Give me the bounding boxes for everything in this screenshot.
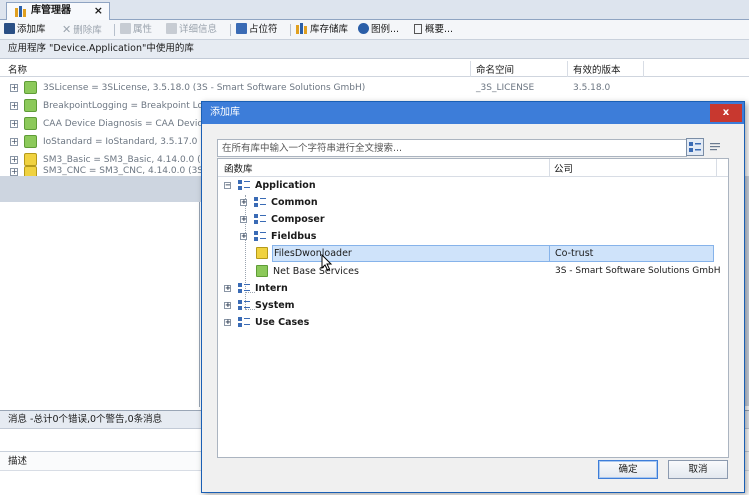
add-library-button[interactable]: 添加库 xyxy=(4,22,46,38)
expand-icon[interactable]: + xyxy=(10,102,18,110)
tab-library-manager[interactable]: 库管理器 × xyxy=(6,2,110,20)
column-company[interactable]: 公司 xyxy=(554,161,573,175)
column-version[interactable]: 有效的版本 xyxy=(573,62,621,76)
mouse-cursor-icon xyxy=(321,254,333,271)
document-icon xyxy=(414,24,422,34)
expand-icon[interactable]: + xyxy=(224,302,231,309)
list-view-button[interactable] xyxy=(706,138,724,156)
library-search-input[interactable] xyxy=(218,140,686,156)
selected-library-company: Co-trust xyxy=(550,245,714,262)
libraries-section-title: 应用程序 "Device.Application"中使用的库 xyxy=(0,40,749,59)
expand-icon[interactable]: + xyxy=(240,233,247,240)
category-view-button[interactable] xyxy=(686,138,704,156)
column-divider xyxy=(643,61,644,77)
collapse-icon[interactable]: − xyxy=(224,182,231,189)
category-icon xyxy=(238,300,251,311)
properties-icon xyxy=(120,23,131,34)
expand-icon[interactable]: + xyxy=(10,120,18,128)
column-divider xyxy=(567,61,568,77)
category-icon xyxy=(254,197,267,208)
library-manager-icon xyxy=(15,6,26,17)
category-icon xyxy=(238,283,251,294)
category-icon xyxy=(238,317,251,328)
panel-edge xyxy=(745,176,749,406)
column-name[interactable]: 名称 xyxy=(8,62,27,76)
category-view-icon xyxy=(689,142,701,152)
column-divider xyxy=(470,61,471,77)
toolbar-separator xyxy=(114,24,115,36)
expand-icon[interactable]: + xyxy=(10,156,18,164)
yellow-library-icon xyxy=(256,247,268,259)
yellow-library-icon xyxy=(24,166,37,176)
library-tree: 函数库 公司 − Application + Common + Composer xyxy=(217,158,729,458)
cancel-button[interactable]: 取消 xyxy=(668,460,728,479)
tree-node-net-base-services[interactable]: Net Base Services 3S - Smart Software So… xyxy=(240,263,720,280)
library-repository-button[interactable]: 库存储库 xyxy=(296,22,348,38)
close-icon[interactable]: × xyxy=(94,3,103,19)
delete-icon: ✕ xyxy=(62,23,72,36)
expand-icon[interactable]: + xyxy=(240,199,247,206)
green-library-icon xyxy=(256,265,268,277)
document-tabstrip: 库管理器 × xyxy=(0,0,749,20)
details-button[interactable]: 详细信息 xyxy=(166,22,217,38)
tree-header: 函数库 公司 xyxy=(218,159,728,177)
placeholder-icon xyxy=(236,23,247,34)
green-library-icon xyxy=(24,99,37,112)
yellow-library-icon xyxy=(24,153,37,166)
expand-icon[interactable]: + xyxy=(240,216,247,223)
column-library[interactable]: 函数库 xyxy=(224,161,253,175)
properties-button[interactable]: 属性 xyxy=(120,22,152,38)
add-icon xyxy=(4,23,15,34)
category-icon xyxy=(254,214,267,225)
dialog-title-bar[interactable]: 添加库 x xyxy=(202,102,744,124)
expand-icon[interactable]: + xyxy=(10,138,18,146)
library-row[interactable]: + 3SLicense = 3SLicense, 3.5.18.0 (3S - … xyxy=(0,79,749,97)
close-button[interactable]: x xyxy=(710,104,742,122)
delete-library-button[interactable]: ✕ 删除库 xyxy=(62,22,102,38)
summary-button[interactable]: 概要... xyxy=(414,22,453,38)
column-divider xyxy=(716,159,717,177)
expand-icon[interactable]: + xyxy=(10,168,18,176)
category-icon xyxy=(238,180,251,191)
category-icon xyxy=(254,231,267,242)
library-search-box[interactable] xyxy=(217,139,687,157)
selected-library-name: FilesDwonloader xyxy=(272,245,550,262)
icons-legend-button[interactable]: 图例... xyxy=(358,22,399,38)
placeholder-button[interactable]: 占位符 xyxy=(236,22,278,38)
info-icon xyxy=(358,23,369,34)
list-view-icon xyxy=(710,143,720,151)
green-library-icon xyxy=(24,117,37,130)
repository-icon xyxy=(296,23,307,34)
green-library-icon xyxy=(24,81,37,94)
tab-title: 库管理器 xyxy=(31,5,71,16)
toolbar-separator xyxy=(230,24,231,36)
column-divider xyxy=(549,159,550,177)
library-toolbar: 添加库 ✕ 删除库 属性 详细信息 占位符 库存储库 图例... 概要... xyxy=(0,20,749,40)
dialog-title: 添加库 xyxy=(210,107,240,118)
expand-icon[interactable]: + xyxy=(10,84,18,92)
column-namespace[interactable]: 命名空间 xyxy=(476,62,514,76)
green-library-icon xyxy=(24,135,37,148)
expand-icon[interactable]: + xyxy=(224,285,231,292)
add-library-dialog: 添加库 x 函数库 公司 − Application xyxy=(201,101,745,493)
libraries-table-header: 名称 命名空间 有效的版本 xyxy=(0,61,749,77)
toolbar-separator xyxy=(290,24,291,36)
expand-icon[interactable]: + xyxy=(224,319,231,326)
library-details-panel xyxy=(0,202,200,407)
details-icon xyxy=(166,23,177,34)
tree-node-filesdwonloader[interactable]: FilesDwonloader Co-trust xyxy=(240,245,714,262)
ok-button[interactable]: 确定 xyxy=(598,460,658,479)
